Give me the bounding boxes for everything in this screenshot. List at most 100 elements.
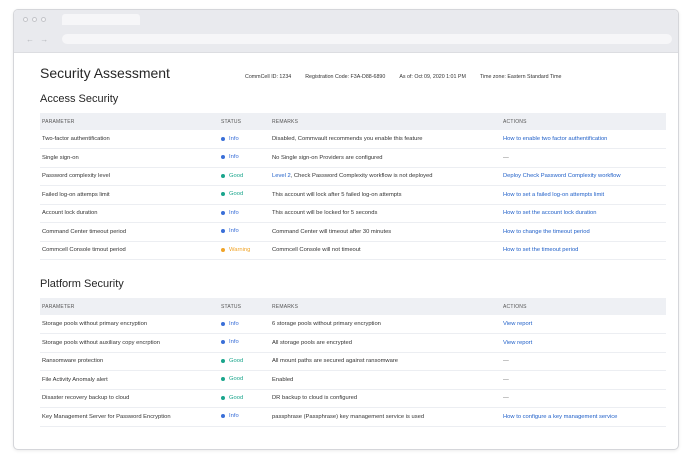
page-header: Security Assessment CommCell ID: 1234 Re… xyxy=(40,65,666,83)
platform-security-table: PARAMETER STATUS REMARKS ACTIONS Storage… xyxy=(40,298,666,427)
remarks-cell: Disabled, Commvault recommends you enabl… xyxy=(272,130,503,149)
status-warning-icon xyxy=(221,247,225,252)
table-header-row: PARAMETER STATUS REMARKS ACTIONS xyxy=(40,298,666,315)
as-of-date: As of: Oct 09, 2020 1:01 PM xyxy=(399,74,466,80)
actions-cell: How to change the timeout period xyxy=(503,222,666,242)
status-badge: Good xyxy=(221,191,243,197)
status-label: Info xyxy=(229,135,239,142)
remarks-cell: 6 storage pools without primary encrypti… xyxy=(272,315,503,334)
remarks-text: All storage pools are encrypted xyxy=(272,339,352,346)
table-row: Two-factor authentification Info Disabled,… xyxy=(40,130,666,149)
status-cell: Info xyxy=(221,204,272,223)
actions-cell: View report xyxy=(503,315,666,334)
close-window-icon[interactable] xyxy=(23,17,28,22)
status-badge: Warning xyxy=(221,247,250,253)
browser-tab[interactable] xyxy=(62,14,140,25)
remarks-text: All mount paths are secured against rans… xyxy=(272,358,398,365)
parameter-cell: Failed log-on attemps limit xyxy=(40,185,221,205)
status-badge: Info xyxy=(221,210,239,216)
status-badge: Info xyxy=(221,154,239,160)
table-row: Storage pools without primary encryption… xyxy=(40,315,666,334)
column-header-status: STATUS xyxy=(221,298,272,315)
back-forward-icons[interactable]: ← → xyxy=(26,35,50,44)
status-cell: Info xyxy=(221,315,272,334)
status-badge: Info xyxy=(221,136,239,142)
no-action: — xyxy=(503,154,509,161)
no-action: — xyxy=(503,376,509,383)
registration-code: Registration Code: F3A-D88-6890 xyxy=(305,74,386,80)
status-badge: Info xyxy=(221,413,239,419)
column-header-remarks: REMARKS xyxy=(272,298,503,315)
remarks-link[interactable]: Level 2 xyxy=(272,173,291,179)
remarks-text: , Check Password Complexity workflow is … xyxy=(290,173,433,180)
parameter-cell: Two-factor authentification xyxy=(40,130,221,149)
table-row: Single sign-on Info No Single sign-on Prov… xyxy=(40,148,666,168)
parameter-cell: Storage pools without primary encryption xyxy=(40,315,221,334)
actions-cell: — xyxy=(503,389,666,408)
table-row: Storage pools without auxiliary copy enc… xyxy=(40,333,666,353)
action-link[interactable]: Deploy Check Password Complexity workflo… xyxy=(503,173,621,179)
action-link[interactable]: View report xyxy=(503,340,532,346)
action-link[interactable]: How to change the timeout period xyxy=(503,229,590,235)
action-link[interactable]: How to configure a key management servic… xyxy=(503,414,617,420)
status-badge: Good xyxy=(221,395,243,401)
remarks-text: DR backup to cloud is configured xyxy=(272,395,358,402)
status-cell: Info xyxy=(221,333,272,353)
remarks-cell: passphrase (Passphrase) key management s… xyxy=(272,407,503,427)
maximize-window-icon[interactable] xyxy=(41,17,46,22)
browser-window: ← → Security Assessment CommCell ID: 123… xyxy=(13,9,679,450)
parameter-cell: File Activity Anomaly alert xyxy=(40,370,221,390)
remarks-cell: Level 2, Check Password Complexity workf… xyxy=(272,167,503,186)
status-label: Good xyxy=(229,376,244,383)
actions-cell: How to configure a key management servic… xyxy=(503,407,666,427)
status-info-icon xyxy=(221,414,225,419)
status-cell: Warning xyxy=(221,241,272,260)
minimize-window-icon[interactable] xyxy=(32,17,37,22)
remarks-text: Command Center will timeout after 30 min… xyxy=(272,228,392,235)
column-header-actions: ACTIONS xyxy=(503,113,666,130)
address-bar[interactable] xyxy=(62,34,672,44)
status-good-icon xyxy=(221,192,225,197)
parameter-cell: Password complexity level xyxy=(40,167,221,186)
status-cell: Good xyxy=(221,352,272,371)
action-link[interactable]: How to set the timeout period xyxy=(503,247,578,253)
remarks-text: Disabled, Commvault recommends you enabl… xyxy=(272,136,423,142)
actions-cell: — xyxy=(503,352,666,371)
remarks-text: No Single sign-on Providers are configur… xyxy=(272,154,383,161)
action-link[interactable]: How to set a failed log-on attempts limi… xyxy=(503,192,604,198)
status-good-icon xyxy=(221,173,225,178)
status-info-icon xyxy=(221,229,225,234)
status-badge: Good xyxy=(221,173,243,179)
status-cell: Good xyxy=(221,185,272,205)
remarks-text: Commcell Console will not timeout xyxy=(272,247,361,254)
status-good-icon xyxy=(221,377,225,382)
remarks-cell: No Single sign-on Providers are configur… xyxy=(272,148,503,168)
table-header-row: PARAMETER STATUS REMARKS ACTIONS xyxy=(40,113,666,130)
no-action: — xyxy=(503,358,509,365)
column-header-parameter: PARAMETER xyxy=(40,298,221,315)
action-link[interactable]: View report xyxy=(503,321,532,327)
action-link[interactable]: How to set the account lock duration xyxy=(503,210,596,216)
status-label: Good xyxy=(229,191,244,198)
parameter-cell: Storage pools without auxiliary copy enc… xyxy=(40,333,221,353)
status-badge: Info xyxy=(221,321,239,327)
table-row: Account lock duration Info This account wi… xyxy=(40,204,666,223)
column-header-parameter: PARAMETER xyxy=(40,113,221,130)
parameter-cell: Disaster recovery backup to cloud xyxy=(40,389,221,408)
browser-chrome: ← → xyxy=(14,10,678,53)
status-label: Info xyxy=(229,339,239,346)
commcell-id: CommCell ID: 1234 xyxy=(245,74,292,80)
status-badge: Good xyxy=(221,358,243,364)
status-info-icon xyxy=(221,155,225,160)
status-label: Good xyxy=(229,172,244,179)
status-info-icon xyxy=(221,340,225,345)
action-link[interactable]: How to enable two factor authentificatio… xyxy=(503,136,607,142)
access-security-table: PARAMETER STATUS REMARKS ACTIONS Two-fac… xyxy=(40,113,666,260)
status-badge: Good xyxy=(221,376,243,382)
status-cell: Good xyxy=(221,167,272,186)
no-action: — xyxy=(503,395,509,402)
timezone: Time zone: Eastern Standard Time xyxy=(479,74,562,80)
table-row: Disaster recovery backup to cloud Good DR … xyxy=(40,389,666,408)
table-row: Failed log-on attemps limit Good This acco… xyxy=(40,185,666,205)
window-controls xyxy=(23,17,46,22)
